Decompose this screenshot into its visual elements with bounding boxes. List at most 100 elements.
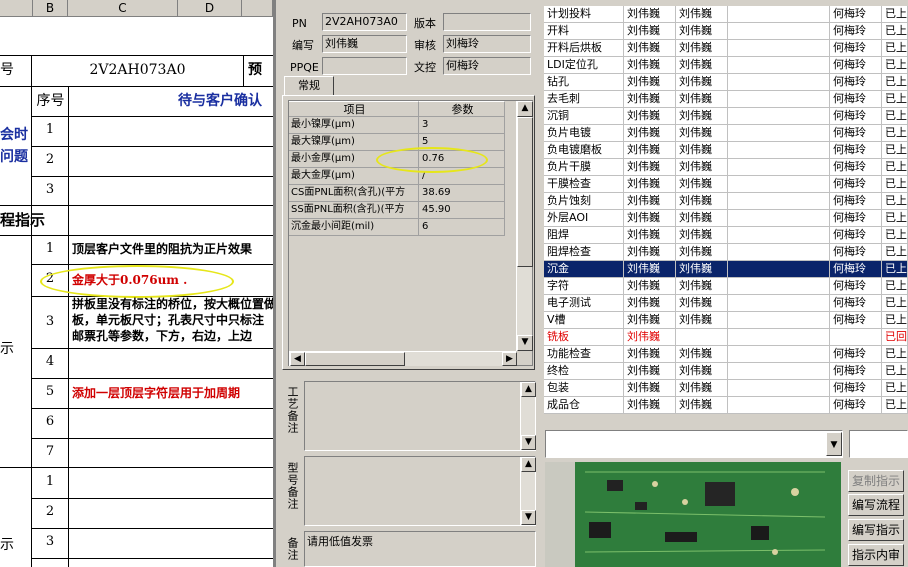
flow-cell-c4: 何梅玲 [830,210,882,227]
column-header-e[interactable] [242,0,273,17]
tab-general[interactable]: 常规 [284,76,334,96]
column-header-c[interactable]: C [68,0,178,17]
copy-instructions-button[interactable]: 复制指示 [848,470,904,492]
column-header-a[interactable] [0,0,33,17]
flow-cell-step: 字符 [544,278,624,295]
author-label: 编写 [292,39,314,52]
row-number: 3 [45,182,55,197]
flow-cell-c5: 已回 [882,329,908,346]
flow-row[interactable]: 电子测试 刘伟巍 刘伟巍 何梅玲 已上 [544,295,908,312]
flow-row[interactable]: 阻焊检查 刘伟巍 刘伟巍 何梅玲 已上 [544,244,908,261]
row-number: 5 [45,384,55,399]
grid-line [31,348,273,349]
flow-row[interactable]: 终检 刘伟巍 刘伟巍 何梅玲 已上 [544,363,908,380]
params-header-value[interactable]: 参数 [419,101,505,117]
flow-row[interactable]: 去毛刺 刘伟巍 刘伟巍 何梅玲 已上 [544,91,908,108]
process-flow-list[interactable]: 计划投料 刘伟巍 刘伟巍 何梅玲 已上 开料 刘伟巍 刘伟巍 何梅玲 已上 开料后烘板 刘伟巍 刘伟巍何… [544,6,908,414]
scroll-up-button[interactable]: ▲ [521,382,536,397]
param-value-cell[interactable]: 3 [419,117,505,134]
flow-row[interactable]: V槽 刘伟巍 刘伟巍 何梅玲 已上 [544,312,908,329]
flow-row[interactable]: 沉铜 刘伟巍 刘伟巍 何梅玲 已上 [544,108,908,125]
scroll-down-button[interactable]: ▼ [521,510,536,525]
reviewer-field[interactable]: 刘梅玲 [443,35,531,53]
flow-row[interactable]: LDI定位孔 刘伟巍 刘伟巍 何梅玲 已上 [544,57,908,74]
flow-cell-c1: 刘伟巍 [624,193,676,210]
scroll-up-button[interactable]: ▲ [517,101,533,117]
flow-row[interactable]: 功能检查 刘伟巍 刘伟巍 何梅玲 已上 [544,346,908,363]
scroll-right-button[interactable]: ▶ [502,352,517,366]
flow-cell-c1: 刘伟巍 [624,210,676,227]
part-number-cell[interactable]: 2V2AH073A0 [32,61,243,79]
flow-combo-right[interactable] [849,430,908,458]
author-field[interactable]: 刘伟巍 [322,35,407,53]
flow-cell-c4: 何梅玲 [830,193,882,210]
grid-line [0,467,273,468]
model-note-field[interactable] [304,456,536,526]
flow-cell-c5: 已上 [882,108,908,125]
flow-row[interactable]: 钻孔 刘伟巍 刘伟巍 何梅玲 已上 [544,74,908,91]
params-horizontal-scrollbar[interactable]: ◀ ▶ [289,351,517,366]
params-table[interactable]: 项目 参数 最小镍厚(μm) 3 最大镍厚(μm) 5 最小金厚(μm) 0.76 最大金厚… [288,100,533,366]
doc-control-field[interactable]: 何梅玲 [443,57,531,75]
order-note-field[interactable]: 请用低值发票 [304,531,536,567]
param-value-cell[interactable]: 38.69 [419,185,505,202]
param-item-cell[interactable]: CS面PNL面积(含孔)(平方 [289,185,419,202]
flow-row[interactable]: 外层AOI 刘伟巍 刘伟巍 何梅玲 已上 [544,210,908,227]
flow-row[interactable]: 开料后烘板 刘伟巍 刘伟巍 何梅玲 已上 [544,40,908,57]
flow-row[interactable]: 成品仓 刘伟巍 刘伟巍 何梅玲 已上 [544,397,908,414]
params-vertical-scrollbar[interactable]: ▲ ▼ [516,101,533,351]
instruction-review-button[interactable]: 指示内审 [848,544,904,566]
flow-cell-c4: 何梅玲 [830,227,882,244]
flow-row[interactable]: 铣板 刘伟巍 已回 [544,329,908,346]
scroll-down-button[interactable]: ▼ [517,335,533,351]
instruction-text[interactable]: 拼板里没有标注的桥位，按大概位置做， 板，单元板尺寸；孔表尺寸中只标注 邮票孔等… [72,296,273,344]
param-item-cell[interactable]: 最小镍厚(μm) [289,117,419,134]
flow-cell-c5: 已上 [882,397,908,414]
process-note-field[interactable] [304,381,536,451]
chevron-down-icon[interactable]: ▼ [826,432,842,456]
params-header-item[interactable]: 项目 [289,101,419,117]
param-value-cell[interactable]: 6 [419,219,505,236]
parameter-panel: PN 2V2AH073A0 版本 编写 刘伟巍 审核 刘梅玲 PPQE 文控 何… [276,0,541,567]
instruction-text-add-layer[interactable]: 添加一层顶层字符层用于加周期 [72,384,240,402]
edit-flow-button[interactable]: 编写流程 [848,494,904,516]
edit-instructions-button[interactable]: 编写指示 [848,519,904,541]
flow-cell-c1: 刘伟巍 [624,108,676,125]
flow-row[interactable]: 计划投料 刘伟巍 刘伟巍 何梅玲 已上 [544,6,908,23]
scroll-down-button[interactable]: ▼ [521,435,536,450]
scroll-up-button[interactable]: ▲ [521,457,536,472]
column-header-b[interactable]: B [33,0,68,17]
flow-row[interactable]: 干膜检查 刘伟巍 刘伟巍 何梅玲 已上 [544,176,908,193]
pn-field[interactable]: 2V2AH073A0 [322,13,407,31]
column-header-d[interactable]: D [178,0,242,17]
flow-row[interactable]: 字符 刘伟巍 刘伟巍 何梅玲 已上 [544,278,908,295]
hscroll-thumb[interactable] [305,352,405,366]
scroll-thumb[interactable] [517,117,533,267]
side-label-meeting-issues: 会时 问题 [0,127,28,165]
flow-row[interactable]: 负电镀磨板 刘伟巍 刘伟巍 何梅玲 已上 [544,142,908,159]
flow-cell-c3 [728,278,830,295]
flow-cell-c3 [728,227,830,244]
param-item-cell[interactable]: SS面PNL面积(含孔)(平方 [289,202,419,219]
flow-cell-c5: 已上 [882,57,908,74]
instruction-text[interactable]: 顶层客户文件里的阻抗为正片效果 [72,240,252,258]
version-field[interactable] [443,13,531,31]
flow-combo-left[interactable] [545,430,843,458]
flow-row[interactable]: 负片干膜 刘伟巍 刘伟巍 何梅玲 已上 [544,159,908,176]
model-note-scrollbar[interactable]: ▲ ▼ [520,457,536,525]
grid-line [31,408,273,409]
flow-row[interactable]: 负片电镀 刘伟巍 刘伟巍 何梅玲 已上 [544,125,908,142]
flow-cell-step: V槽 [544,312,624,329]
flow-row[interactable]: 包装 刘伟巍 刘伟巍 何梅玲 已上 [544,380,908,397]
param-item-cell[interactable]: 沉金最小间距(mil) [289,219,419,236]
flow-row[interactable]: 负片蚀刻 刘伟巍 刘伟巍 何梅玲 已上 [544,193,908,210]
flow-row[interactable]: 开料 刘伟巍 刘伟巍 何梅玲 已上 [544,23,908,40]
spreadsheet-pane[interactable]: B C D 号 2V2AH073A0 预 序号 待与客户确认 会时 问题 1 2… [0,0,273,567]
flow-cell-c3 [728,176,830,193]
param-value-cell[interactable]: 45.90 [419,202,505,219]
flow-row[interactable]: 沉金 刘伟巍 刘伟巍 何梅玲 已上 [544,261,908,278]
flow-row[interactable]: 阻焊 刘伟巍 刘伟巍 何梅玲 已上 [544,227,908,244]
ppqe-field[interactable] [322,57,407,75]
process-note-scrollbar[interactable]: ▲ ▼ [520,382,536,450]
scroll-left-button[interactable]: ◀ [290,352,305,366]
